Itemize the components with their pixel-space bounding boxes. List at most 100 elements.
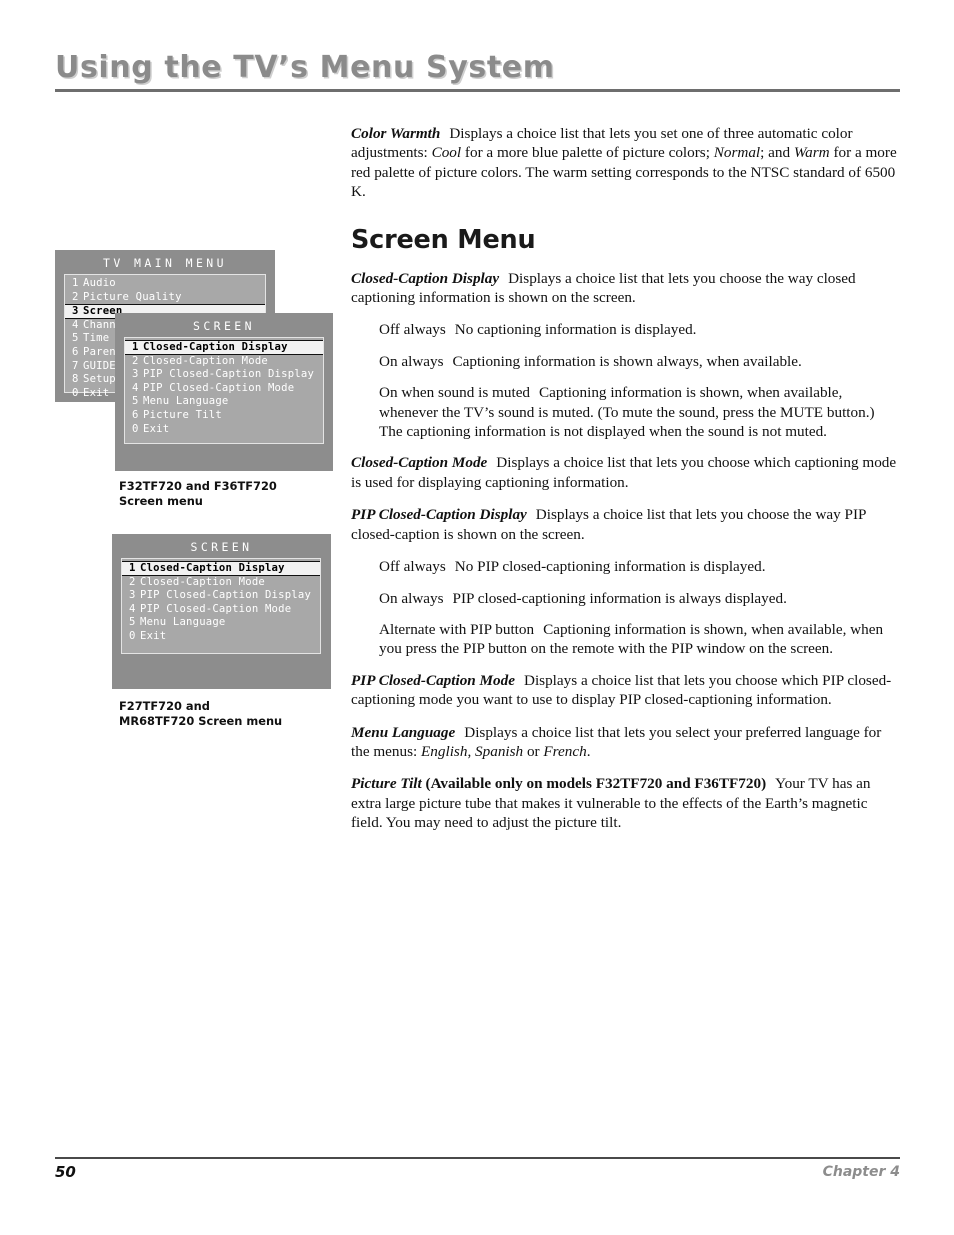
tv-main-menu-item-number: 6 bbox=[72, 345, 79, 358]
off-always-text: No captioning information is displayed. bbox=[454, 321, 697, 339]
screen-menu-a-item-label: Picture Tilt bbox=[143, 408, 222, 421]
screen-menu-b-item[interactable]: 3 PIP Closed-Caption Display bbox=[122, 589, 320, 603]
screen-menu-a-caption: F32TF720 and F36TF720 Screen menu bbox=[119, 479, 277, 508]
chapter-label: Chapter 4 bbox=[822, 1164, 900, 1180]
menu-language-text-4: . bbox=[586, 742, 591, 760]
screen-menu-b-item[interactable]: 4 PIP Closed-Caption Mode bbox=[122, 603, 320, 617]
color-warmth-text-3: ; and bbox=[760, 144, 794, 162]
term-cc-display: Closed-Caption Display bbox=[351, 269, 500, 287]
screen-menu-b-item-label: Exit bbox=[140, 629, 167, 642]
paragraph-pip-cc-mode: PIP Closed-Caption Mode Displays a choice… bbox=[351, 671, 899, 710]
screen-menu-a-item-label: PIP Closed-Caption Display bbox=[143, 368, 315, 381]
color-warmth-text-2: for a more blue palette of picture color… bbox=[461, 144, 714, 162]
screen-menu-a-item-number: 1 bbox=[132, 341, 139, 353]
screen-menu-a-item-label: Closed-Caption Mode bbox=[143, 354, 268, 367]
color-warmth-ital-1: Cool bbox=[431, 144, 462, 162]
screen-menu-a-title: SCREEN bbox=[193, 319, 255, 333]
paragraph-pip-cc-display: PIP Closed-Caption Display Displays a cho… bbox=[351, 505, 899, 544]
screen-menu-a-list: 1 Closed-Caption Display 2 Closed-Caption … bbox=[124, 337, 324, 444]
main-text-column: Color Warmth Displays a choice list that … bbox=[351, 124, 899, 846]
color-warmth-ital-2: Normal bbox=[713, 144, 761, 162]
screen-menu-b-item-cc-display[interactable]: 1 Closed-Caption Display bbox=[122, 561, 320, 576]
tv-main-menu-item-number: 5 bbox=[72, 332, 79, 345]
screen-menu-a-item-cc-display[interactable]: 1 Closed-Caption Display bbox=[125, 340, 323, 355]
tv-main-menu-item[interactable]: 2 Picture Quality bbox=[65, 291, 265, 305]
screen-menu-a-item-label: Closed-Caption Display bbox=[143, 341, 288, 353]
tv-main-menu-item[interactable]: 1 Audio bbox=[65, 277, 265, 291]
tv-main-menu-item-label: Picture Quality bbox=[83, 290, 182, 303]
term-on-always-pip: On always bbox=[379, 589, 444, 607]
tv-main-menu-item-number: 4 bbox=[72, 318, 79, 331]
option-on-always-cc: On always Captioning information is shown… bbox=[351, 352, 899, 371]
term-on-always: On always bbox=[379, 352, 444, 370]
screen-menu-a-item[interactable]: 5 Menu Language bbox=[125, 395, 323, 409]
figure-main-menu-group: TV MAIN MENU 1 Audio 2 Picture Quality 3 Sc… bbox=[0, 0, 350, 740]
option-off-always-pip: Off always No PIP closed-captioning infor… bbox=[351, 557, 899, 576]
screen-menu-a-item[interactable]: 2 Closed-Caption Mode bbox=[125, 355, 323, 369]
term-color-warmth: Color Warmth bbox=[351, 125, 441, 142]
menu-language-text-3: or bbox=[523, 742, 544, 760]
tv-main-menu-item-label: Exit bbox=[83, 386, 110, 399]
screen-menu-a-item-label: Exit bbox=[143, 422, 170, 435]
tv-main-menu-item-number: 7 bbox=[72, 359, 79, 372]
option-off-always-cc: Off always No captioning information is d… bbox=[351, 320, 899, 339]
term-on-when-muted: On when sound is muted bbox=[379, 384, 531, 402]
menu-language-text-2: , bbox=[467, 742, 476, 760]
color-warmth-ital-3: Warm bbox=[793, 144, 830, 162]
on-always-pip-text: PIP closed-captioning information is alw… bbox=[452, 589, 787, 607]
on-always-text: Captioning information is shown always, … bbox=[452, 352, 802, 370]
screen-menu-b-item-number: 2 bbox=[129, 575, 136, 588]
term-off-always: Off always bbox=[379, 321, 446, 339]
paragraph-menu-language: Menu Language Displays a choice list that… bbox=[351, 723, 899, 762]
term-off-always-pip: Off always bbox=[379, 558, 446, 576]
term-alternate-pip-button: Alternate with PIP button bbox=[379, 620, 535, 638]
screen-menu-a-item-number: 3 bbox=[132, 368, 139, 381]
tv-main-menu-item-label: Setup bbox=[83, 373, 116, 386]
paragraph-color-warmth: Color Warmth Displays a choice list that … bbox=[351, 124, 899, 202]
screen-menu-a-item-number: 6 bbox=[132, 408, 139, 421]
screen-menu-b-item-number: 4 bbox=[129, 602, 136, 615]
screen-menu-b-item-number: 5 bbox=[129, 616, 136, 629]
screen-menu-b-item-number: 0 bbox=[129, 629, 136, 642]
screen-menu-a-item[interactable]: 6 Picture Tilt bbox=[125, 409, 323, 423]
page-number: 50 bbox=[55, 1163, 76, 1181]
term-pip-cc-mode: PIP Closed-Caption Mode bbox=[351, 671, 515, 689]
screen-menu-a-item-number: 4 bbox=[132, 381, 139, 394]
screen-menu-b-item-number: 3 bbox=[129, 589, 136, 602]
tv-main-menu-title: TV MAIN MENU bbox=[103, 256, 227, 270]
screen-menu-b-item-label: Closed-Caption Mode bbox=[140, 575, 265, 588]
off-always-pip-text: No PIP closed-captioning information is … bbox=[454, 558, 766, 576]
screen-menu-b-item-label: PIP Closed-Caption Display bbox=[140, 589, 312, 602]
screen-menu-b-item-exit[interactable]: 0 Exit bbox=[122, 630, 320, 644]
paragraph-cc-display: Closed-Caption Display Displays a choice … bbox=[351, 269, 899, 308]
menu-language-ital-2: Spanish bbox=[475, 742, 524, 760]
screen-menu-a-item-number: 0 bbox=[132, 422, 139, 435]
screen-menu-a-item-number: 2 bbox=[132, 354, 139, 367]
screen-menu-a-window: SCREEN 1 Closed-Caption Display 2 Closed-C… bbox=[115, 313, 333, 471]
tv-main-menu-item-number: 1 bbox=[72, 277, 79, 289]
paragraph-picture-tilt: Picture Tilt (Available only on models F… bbox=[351, 774, 899, 832]
paragraph-cc-mode: Closed-Caption Mode Displays a choice lis… bbox=[351, 453, 899, 492]
screen-menu-b-item-label: PIP Closed-Caption Mode bbox=[140, 602, 292, 615]
tv-main-menu-item-label: Audio bbox=[83, 277, 116, 289]
option-on-always-pip: On always PIP closed-captioning informati… bbox=[351, 589, 899, 608]
screen-menu-a-item-label: Menu Language bbox=[143, 395, 229, 408]
tv-main-menu-item-number: 0 bbox=[72, 386, 79, 399]
option-on-when-muted: On when sound is muted Captioning informa… bbox=[351, 383, 899, 441]
screen-menu-a-item-exit[interactable]: 0 Exit bbox=[125, 423, 323, 437]
tv-main-menu-item-number: 8 bbox=[72, 373, 79, 386]
term-pip-cc-display: PIP Closed-Caption Display bbox=[351, 506, 527, 524]
screen-menu-b-item[interactable]: 2 Closed-Caption Mode bbox=[122, 576, 320, 590]
screen-menu-a-item[interactable]: 3 PIP Closed-Caption Display bbox=[125, 368, 323, 382]
option-alternate-pip-button: Alternate with PIP button Captioning info… bbox=[351, 620, 899, 659]
screen-menu-b-caption: F27TF720 and MR68TF720 Screen menu bbox=[119, 699, 283, 728]
tv-main-menu-item-label: Time bbox=[83, 332, 110, 345]
screen-menu-b-item[interactable]: 5 Menu Language bbox=[122, 616, 320, 630]
term-picture-tilt: Picture Tilt bbox=[351, 775, 422, 793]
screen-menu-b-window: SCREEN 1 Closed-Caption Display 2 Closed-C… bbox=[112, 534, 331, 689]
screen-menu-b-item-number: 1 bbox=[129, 562, 136, 574]
screen-menu-a-item-label: PIP Closed-Caption Mode bbox=[143, 381, 295, 394]
tv-main-menu-item-number: 2 bbox=[72, 290, 79, 303]
footer-divider bbox=[55, 1157, 900, 1159]
screen-menu-a-item[interactable]: 4 PIP Closed-Caption Mode bbox=[125, 382, 323, 396]
